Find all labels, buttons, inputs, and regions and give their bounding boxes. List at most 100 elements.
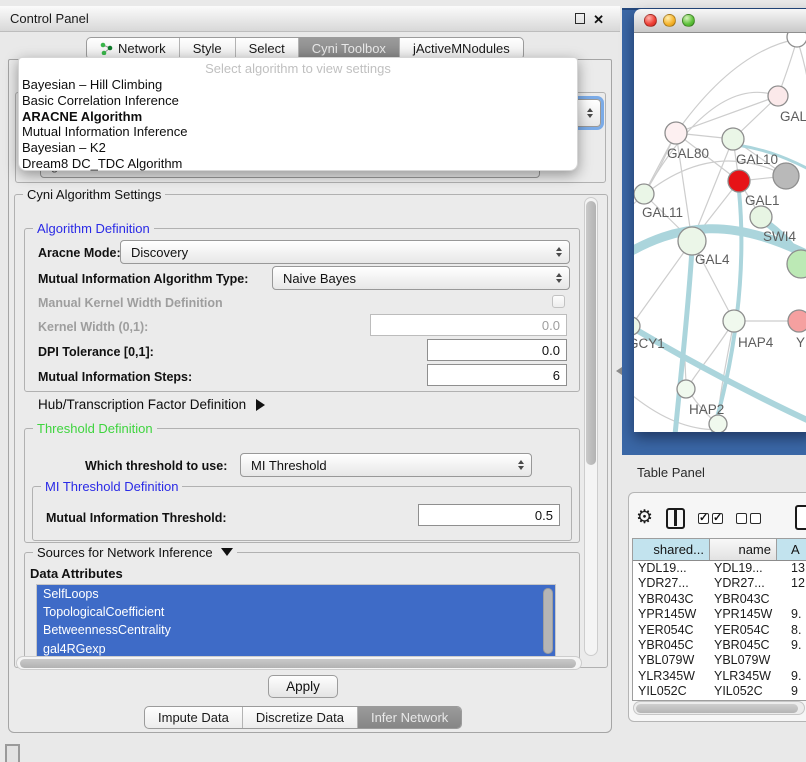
aracne-mode-combobox[interactable]: Discovery	[120, 240, 570, 264]
network-edge[interactable]	[797, 39, 806, 118]
algorithm-option[interactable]: Dream8 DC_TDC Algorithm	[19, 156, 577, 172]
network-node[interactable]	[750, 206, 772, 228]
column-header-name[interactable]: name	[710, 539, 777, 560]
float-panel-button[interactable]	[575, 11, 585, 29]
which-threshold-combobox[interactable]: MI Threshold	[240, 453, 532, 477]
table-cell[interactable]: YBR045C	[710, 638, 777, 653]
mi-steps-field[interactable]: 6	[427, 364, 567, 386]
network-node[interactable]	[787, 33, 806, 47]
settings-vertical-scrollbar[interactable]	[584, 197, 598, 656]
table-cell[interactable]: YPR145W	[710, 607, 777, 622]
tab-cyni-toolbox[interactable]: Cyni Toolbox	[299, 38, 400, 59]
table-row[interactable]: YER054CYER054C8.	[633, 623, 806, 638]
table-cell[interactable]: YPR145W	[633, 607, 710, 622]
column-header-shared-name[interactable]: shared...	[633, 539, 710, 560]
table-cell[interactable]: 13	[777, 561, 806, 576]
table-cell[interactable]: 12	[777, 576, 806, 591]
scrollbar-thumb[interactable]	[586, 201, 596, 465]
table-cell[interactable]: YLR345W	[710, 669, 777, 684]
data-attribute-item[interactable]: BetweennessCentrality	[37, 621, 555, 639]
algorithm-option[interactable]: Bayesian – Hill Climbing	[19, 77, 577, 93]
tab-style[interactable]: Style	[180, 38, 236, 59]
table-cell[interactable]: YIL052C	[710, 684, 777, 699]
hub-definition-expander[interactable]: Hub/Transcription Factor Definition	[38, 397, 265, 412]
table-cell[interactable]: YLR345W	[633, 669, 710, 684]
network-window-titlebar[interactable]	[634, 9, 806, 33]
tab-select[interactable]: Select	[236, 38, 299, 59]
algorithm-option[interactable]: Basic Correlation Inference	[19, 93, 577, 109]
data-attribute-item[interactable]: TopologicalCoefficient	[37, 603, 555, 621]
table-cell[interactable]: YIL052C	[633, 684, 710, 699]
table-cell[interactable]: YDR27...	[710, 576, 777, 591]
table-cell[interactable]	[777, 653, 806, 668]
panel-splitter-handle[interactable]	[612, 367, 622, 375]
table-cell[interactable]: 9	[777, 684, 806, 699]
scrollbar-thumb[interactable]	[20, 659, 576, 668]
table-cell[interactable]: YER054C	[710, 623, 777, 638]
list-scrollbar-thumb[interactable]	[543, 588, 553, 654]
minimize-window-icon[interactable]	[663, 14, 676, 27]
tab-impute-data[interactable]: Impute Data	[145, 707, 243, 728]
network-node[interactable]	[678, 227, 706, 255]
network-node[interactable]	[768, 86, 788, 106]
dpi-tolerance-field[interactable]: 0.0	[427, 339, 567, 361]
table-cell[interactable]: 9.	[777, 669, 806, 684]
table-horizontal-scrollbar[interactable]	[633, 701, 805, 715]
table-cell[interactable]: 9.	[777, 638, 806, 653]
manual-kernel-checkbox[interactable]	[552, 295, 565, 308]
algorithm-option[interactable]: Mutual Information Inference	[19, 124, 577, 140]
table-cell[interactable]: 9.	[777, 607, 806, 622]
sources-group-title[interactable]: Sources for Network Inference	[33, 545, 237, 560]
network-node[interactable]	[634, 184, 654, 204]
table-cell[interactable]: YDR27...	[633, 576, 710, 591]
gear-icon[interactable]: ⚙	[636, 508, 653, 528]
algorithm-option[interactable]: Bayesian – K2	[19, 140, 577, 156]
table-cell[interactable]: YBR043C	[710, 592, 777, 607]
network-node[interactable]	[709, 415, 727, 432]
columns-icon[interactable]	[666, 508, 685, 529]
network-node[interactable]	[677, 380, 695, 398]
new-table-icon[interactable]	[795, 505, 806, 530]
table-cell[interactable]: YBL079W	[710, 653, 777, 668]
table-row[interactable]: YDL19...YDL19...13	[633, 561, 806, 576]
table-row[interactable]: YDR27...YDR27...12	[633, 576, 806, 591]
column-header-partial[interactable]: A	[777, 539, 806, 560]
network-node[interactable]	[722, 128, 744, 150]
table-row[interactable]: YBL079WYBL079W	[633, 653, 806, 668]
network-node[interactable]	[788, 310, 806, 332]
deselect-all-checks-icon[interactable]	[736, 513, 761, 524]
network-node[interactable]	[787, 250, 806, 278]
table-row[interactable]: YBR043CYBR043C	[633, 592, 806, 607]
network-graph[interactable]: GALGAL80GAL10GAL1GAL11SWI4GAL4GCY1HAP4YH…	[634, 33, 806, 432]
table-cell[interactable]: YBR045C	[633, 638, 710, 653]
scrollbar-thumb[interactable]	[636, 704, 798, 713]
tab-discretize-data[interactable]: Discretize Data	[243, 707, 358, 728]
tab-infer-network[interactable]: Infer Network	[358, 707, 461, 728]
table-row[interactable]: YBR045CYBR045C9.	[633, 638, 806, 653]
data-attribute-item[interactable]: SelfLoops	[37, 585, 555, 603]
network-node[interactable]	[728, 170, 750, 192]
close-window-icon[interactable]	[644, 14, 657, 27]
algorithm-option[interactable]: ARACNE Algorithm	[19, 109, 577, 125]
table-cell[interactable]	[777, 592, 806, 607]
table-cell[interactable]: 8.	[777, 623, 806, 638]
data-attributes-list[interactable]: SelfLoopsTopologicalCoefficientBetweenne…	[36, 584, 556, 658]
close-panel-button[interactable]: ✕	[593, 13, 604, 27]
tab-jactivemnodules[interactable]: jActiveMNodules	[400, 38, 523, 59]
mi-threshold-field[interactable]: 0.5	[418, 504, 560, 526]
network-edge[interactable]	[634, 241, 692, 326]
settings-horizontal-scrollbar[interactable]	[16, 656, 582, 670]
table-cell[interactable]: YDL19...	[710, 561, 777, 576]
kernel-width-field[interactable]: 0.0	[370, 314, 567, 336]
table-cell[interactable]: YBL079W	[633, 653, 710, 668]
network-node[interactable]	[723, 310, 745, 332]
select-all-checks-icon[interactable]	[698, 513, 723, 524]
tab-network[interactable]: Network	[87, 38, 180, 59]
table-cell[interactable]: YDL19...	[633, 561, 710, 576]
table-row[interactable]: YLR345WYLR345W9.	[633, 669, 806, 684]
table-row[interactable]: YIL052CYIL052C9	[633, 684, 806, 699]
minimized-panel-icon[interactable]	[5, 744, 20, 762]
table-cell[interactable]: YBR043C	[633, 592, 710, 607]
mi-type-combobox[interactable]: Naive Bayes	[272, 266, 570, 290]
apply-button[interactable]: Apply	[268, 675, 338, 698]
